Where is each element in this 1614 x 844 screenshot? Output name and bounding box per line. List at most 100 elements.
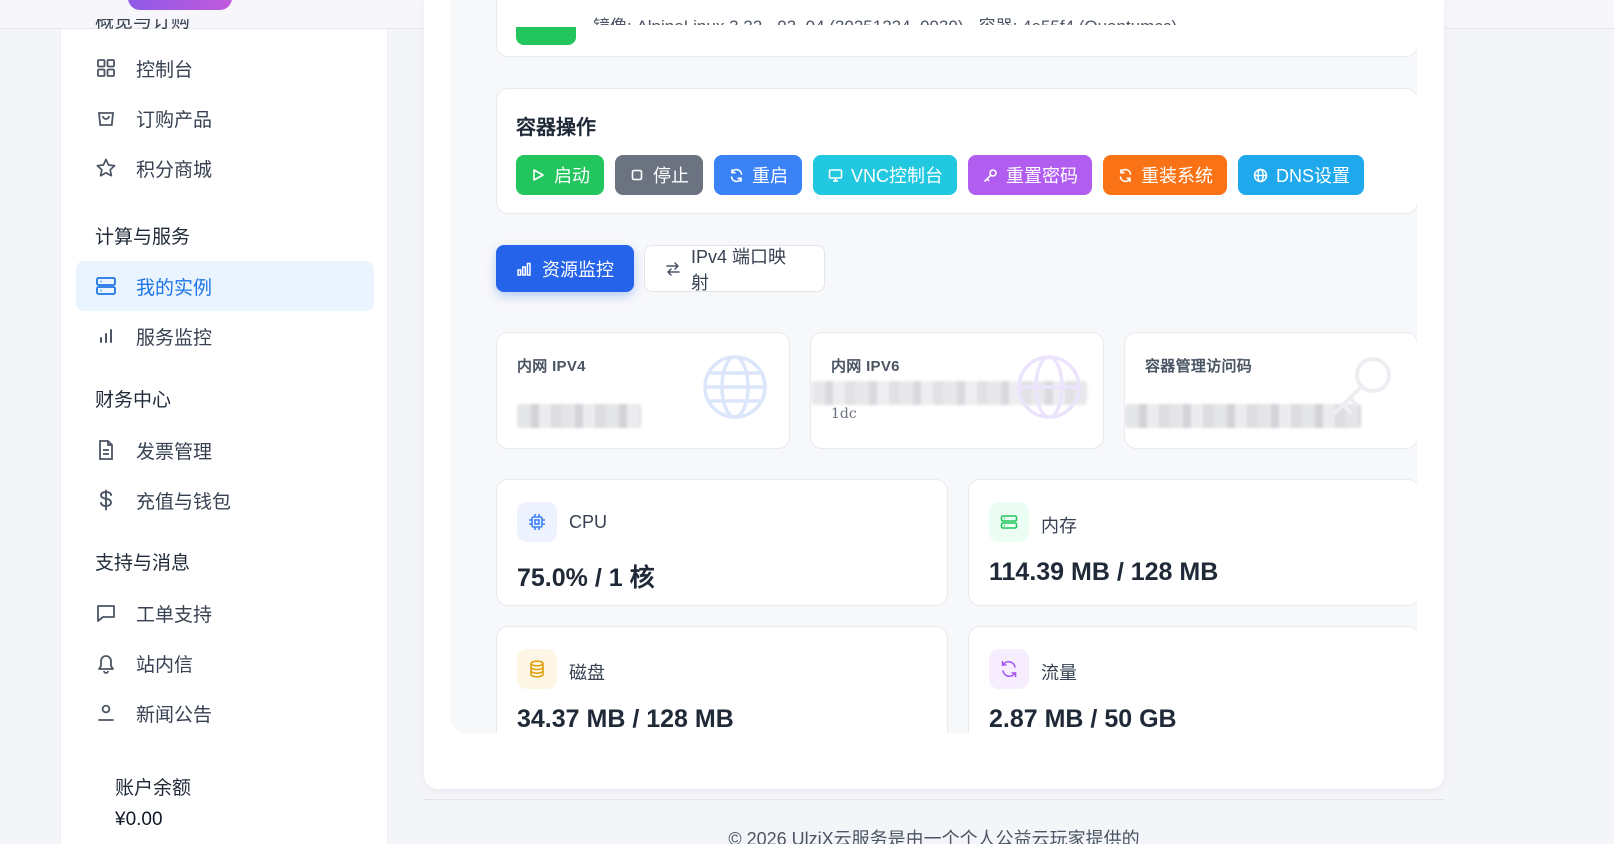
memory-label: 内存 [1041, 516, 1077, 536]
sidebar-item-label: 服务监控 [136, 327, 213, 349]
sidebar-group-title: 概览与订购 [95, 19, 191, 32]
globe-icon [703, 355, 767, 419]
document-icon [95, 439, 117, 461]
brand-logo[interactable] [128, 0, 232, 10]
sidebar-item-service-monitor[interactable]: 服务监控 [76, 311, 374, 361]
sidebar-item-news[interactable]: 新闻公告 [76, 688, 374, 738]
container-ops-card: 容器操作 启动 停止 重启 VNC控制台 重置密码 重装系统 DNS设置 [496, 88, 1417, 214]
restart-button-label: 重启 [752, 166, 788, 186]
sidebar-item-label: 发票管理 [136, 441, 213, 463]
stop-button[interactable]: 停止 [615, 155, 703, 195]
sidebar-group-title: 支持与消息 [95, 553, 191, 574]
dns-settings-button[interactable]: DNS设置 [1238, 155, 1365, 195]
key-icon [1333, 357, 1391, 415]
sidebar-item-invoices[interactable]: 发票管理 [76, 425, 374, 475]
restart-button[interactable]: 重启 [714, 155, 802, 195]
refresh-icon [728, 167, 744, 183]
grid-icon [95, 57, 117, 79]
access-code-label: 容器管理访问码 [1145, 358, 1253, 375]
sidebar-group-title: 计算与服务 [95, 227, 191, 248]
globe-icon [1017, 355, 1081, 419]
start-button-label: 启动 [554, 166, 590, 186]
memory-value: 114.39 MB / 128 MB [989, 558, 1219, 586]
bar-chart-icon [95, 325, 117, 347]
server-icon [95, 275, 117, 297]
vnc-console-button-label: VNC控制台 [851, 166, 944, 186]
dns-settings-button-label: DNS设置 [1276, 166, 1351, 186]
tab-ipv4-port-mapping[interactable]: IPv4 端口映射 [644, 245, 825, 293]
sidebar-item-wallet[interactable]: 充值与钱包 [76, 475, 374, 525]
private-ipv4-label: 内网 IPV4 [517, 358, 586, 375]
sidebar-item-label: 工单支持 [136, 604, 213, 626]
disk-value: 34.37 MB / 128 MB [517, 705, 734, 733]
traffic-label: 流量 [1041, 663, 1077, 683]
footer-copyright: © 2026 UlziX云服务是由一个个人公益云玩家提供的 [728, 829, 1140, 844]
image-info-text: 镜像: AlpineLinux 3.22 - 03_04 (20251224_0… [593, 3, 1177, 25]
bar-chart-icon [516, 261, 532, 277]
sidebar-item-messages[interactable]: 站内信 [76, 638, 374, 688]
sidebar-item-tickets[interactable]: 工单支持 [76, 588, 374, 638]
traffic-icon [989, 649, 1029, 689]
access-code-value-redacted [1125, 404, 1361, 428]
cpu-value: 75.0% / 1 核 [517, 564, 655, 592]
footer-divider [424, 799, 1444, 800]
reset-password-button-label: 重置密码 [1006, 166, 1079, 186]
private-ipv4-value-redacted [517, 404, 641, 428]
account-balance-label: 账户余额 [115, 778, 192, 799]
sidebar-item-label: 积分商城 [136, 159, 213, 181]
sidebar-item-my-instances[interactable]: 我的实例 [76, 261, 374, 311]
image-info-card: 镜像: AlpineLinux 3.22 - 03_04 (20251224_0… [496, 0, 1417, 57]
instance-detail-card: 镜像: AlpineLinux 3.22 - 03_04 (20251224_0… [424, 0, 1444, 789]
play-icon [530, 167, 546, 183]
sidebar-item-dashboard[interactable]: 控制台 [76, 43, 374, 93]
private-ipv6-card: 内网 IPV6 1dc [810, 332, 1104, 449]
tab-resource-monitor[interactable]: 资源监控 [496, 245, 634, 292]
user-icon [95, 702, 117, 724]
sidebar-item-label: 我的实例 [136, 277, 213, 299]
sidebar-item-label: 订购产品 [136, 109, 213, 131]
reinstall-system-button-label: 重装系统 [1141, 166, 1214, 186]
monitor-icon [827, 167, 843, 183]
disk-icon [517, 649, 557, 689]
traffic-stat-card: 流量 2.87 MB / 50 GB [968, 626, 1417, 733]
memory-stat-card: 内存 114.39 MB / 128 MB [968, 479, 1417, 606]
bell-icon [95, 652, 117, 674]
tab-label: 资源监控 [542, 259, 614, 280]
sidebar-item-label: 新闻公告 [136, 704, 213, 726]
cpu-label: CPU [569, 512, 608, 532]
message-icon [95, 602, 117, 624]
stop-button-label: 停止 [653, 166, 689, 186]
sidebar-item-label: 站内信 [136, 654, 194, 676]
container-ops-title: 容器操作 [516, 117, 596, 139]
container-ops-buttons: 启动 停止 重启 VNC控制台 重置密码 重装系统 DNS设置 [516, 155, 1365, 195]
private-ipv4-card: 内网 IPV4 [496, 332, 790, 449]
private-ipv6-value-tail: 1dc [831, 406, 857, 422]
reinstall-system-button[interactable]: 重装系统 [1103, 155, 1228, 195]
globe-icon [1252, 167, 1268, 183]
vnc-console-button[interactable]: VNC控制台 [813, 155, 958, 195]
traffic-value: 2.87 MB / 50 GB [989, 705, 1177, 733]
sidebar: 概览与订购 控制台 订购产品 积分商城 计算与服务 我的实例 服务监控 财务中心 [60, 19, 388, 844]
swap-icon [665, 261, 681, 277]
stop-icon [629, 167, 645, 183]
reset-password-button[interactable]: 重置密码 [968, 155, 1093, 195]
memory-icon [989, 502, 1029, 542]
tab-label: IPv4 端口映射 [691, 246, 787, 293]
key-icon [982, 167, 998, 183]
star-icon [95, 157, 117, 179]
disk-stat-card: 磁盘 34.37 MB / 128 MB [496, 626, 948, 733]
cpu-stat-card: CPU 75.0% / 1 核 [496, 479, 948, 606]
status-badge [516, 27, 576, 45]
sidebar-item-order[interactable]: 订购产品 [76, 93, 374, 143]
sidebar-item-label: 控制台 [136, 59, 194, 81]
reinstall-icon [1117, 167, 1133, 183]
account-balance-value: ¥0.00 [115, 809, 163, 830]
shopping-bag-icon [95, 107, 117, 129]
sidebar-item-points-mall[interactable]: 积分商城 [76, 143, 374, 193]
start-button[interactable]: 启动 [516, 155, 604, 195]
sidebar-item-label: 充值与钱包 [136, 491, 232, 513]
disk-label: 磁盘 [569, 663, 605, 683]
private-ipv6-label: 内网 IPV6 [831, 358, 900, 375]
instance-panel: 镜像: AlpineLinux 3.22 - 03_04 (20251224_0… [451, 0, 1417, 733]
sidebar-group-title: 财务中心 [95, 390, 172, 411]
